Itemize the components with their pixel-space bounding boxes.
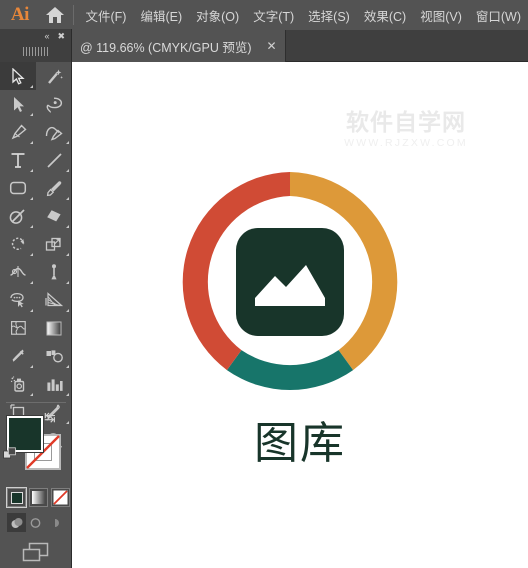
- panel-drag-handle[interactable]: [22, 47, 49, 56]
- tool-flyout-indicator: [30, 169, 33, 172]
- perspective-grid-tool[interactable]: [36, 286, 72, 314]
- draw-behind-button[interactable]: [26, 513, 45, 532]
- menu-window[interactable]: 窗口(W): [469, 2, 528, 29]
- none-mode-button[interactable]: [51, 488, 70, 507]
- menu-object[interactable]: 对象(O): [189, 2, 246, 29]
- selection-tool[interactable]: [0, 62, 36, 90]
- tool-flyout-indicator: [30, 281, 33, 284]
- type-tool[interactable]: [0, 146, 36, 174]
- tool-flyout-indicator: [66, 141, 69, 144]
- shaper-tool[interactable]: [0, 202, 36, 230]
- shape-builder-tool[interactable]: [0, 286, 36, 314]
- menu-type[interactable]: 文字(T): [246, 2, 301, 29]
- line-segment-tool[interactable]: [36, 146, 72, 174]
- close-icon[interactable]: ✕: [265, 39, 279, 53]
- color-controls: ↹: [0, 407, 72, 487]
- close-icon[interactable]: ✖: [57, 32, 65, 41]
- tool-flyout-indicator: [66, 169, 69, 172]
- tool-flyout-indicator: [66, 253, 69, 256]
- draw-mode-row: [7, 513, 64, 532]
- artboard-canvas[interactable]: 软件自学网 WWW.RJZXW.COM 图库: [72, 62, 528, 568]
- tool-grid: [0, 62, 72, 454]
- rotate-tool[interactable]: [0, 230, 36, 258]
- rectangle-tool[interactable]: [0, 174, 36, 202]
- paintbrush-tool[interactable]: [36, 174, 72, 202]
- tool-flyout-indicator: [30, 365, 33, 368]
- image-placeholder-icon: [236, 228, 344, 336]
- blend-tool[interactable]: [36, 342, 72, 370]
- tool-flyout-indicator: [66, 281, 69, 284]
- tool-flyout-indicator: [66, 393, 69, 396]
- change-screen-mode-button[interactable]: [0, 540, 72, 566]
- eraser-tool[interactable]: [36, 202, 72, 230]
- symbol-sprayer-tool[interactable]: [0, 370, 36, 398]
- pen-tool[interactable]: [0, 118, 36, 146]
- artwork-group[interactable]: 图库: [72, 62, 528, 568]
- panel-header-controls: « ✖: [0, 29, 72, 44]
- lasso-tool[interactable]: [36, 90, 72, 118]
- illustrator-window: Ai 文件(F) 编辑(E) 对象(O) 文字(T) 选择(S) 效果(C) 视…: [0, 0, 528, 568]
- home-icon[interactable]: [40, 0, 71, 30]
- tool-flyout-indicator: [66, 225, 69, 228]
- toolbar-panel-header: « ✖: [0, 29, 72, 62]
- draw-normal-button[interactable]: [7, 513, 26, 532]
- scale-tool[interactable]: [36, 230, 72, 258]
- menu-file[interactable]: 文件(F): [79, 2, 134, 29]
- direct-selection-tool[interactable]: [0, 90, 36, 118]
- chevron-double-left-icon[interactable]: «: [44, 32, 49, 41]
- column-graph-tool[interactable]: [36, 370, 72, 398]
- menu-bar: Ai 文件(F) 编辑(E) 对象(O) 文字(T) 选择(S) 效果(C) 视…: [0, 0, 528, 30]
- mesh-tool[interactable]: [0, 314, 36, 342]
- artwork-label[interactable]: 图库: [72, 422, 528, 466]
- menu-item-list: 文件(F) 编辑(E) 对象(O) 文字(T) 选择(S) 效果(C) 视图(V…: [79, 2, 528, 29]
- menu-view[interactable]: 视图(V): [413, 2, 469, 29]
- document-tab[interactable]: @ 119.66% (CMYK/GPU 预览) ✕: [72, 30, 286, 62]
- tool-flyout-indicator: [66, 197, 69, 200]
- gradient-mode-button[interactable]: [29, 488, 48, 507]
- fill-mode-row: [6, 487, 70, 508]
- menu-edit[interactable]: 编辑(E): [133, 2, 189, 29]
- tool-flyout-indicator: [30, 113, 33, 116]
- document-tab-title: @ 119.66% (CMYK/GPU 预览): [80, 40, 252, 55]
- free-transform-tool[interactable]: [36, 258, 72, 286]
- draw-inside-button[interactable]: [45, 513, 64, 532]
- eyedropper-tool[interactable]: [0, 342, 36, 370]
- app-logo: Ai: [10, 4, 29, 25]
- swap-fill-stroke-icon[interactable]: ↹: [44, 409, 56, 426]
- magic-wand-tool[interactable]: [36, 62, 72, 90]
- width-tool[interactable]: [0, 258, 36, 286]
- tools-panel: ↹: [0, 62, 72, 568]
- tool-flyout-indicator: [30, 253, 33, 256]
- segment-teal: [226, 350, 354, 391]
- donut-chart[interactable]: [180, 172, 400, 392]
- tool-flyout-indicator: [66, 309, 69, 312]
- color-mode-button[interactable]: [6, 487, 27, 508]
- menu-select[interactable]: 选择(S): [301, 2, 357, 29]
- tool-flyout-indicator: [30, 85, 33, 88]
- tool-flyout-indicator: [30, 141, 33, 144]
- toolbar-divider: [6, 402, 66, 403]
- gradient-tool[interactable]: [36, 314, 72, 342]
- tool-flyout-indicator: [30, 393, 33, 396]
- tool-flyout-indicator: [66, 365, 69, 368]
- tool-flyout-indicator: [30, 197, 33, 200]
- menu-divider: [72, 5, 74, 25]
- tool-flyout-indicator: [30, 309, 33, 312]
- curvature-tool[interactable]: [36, 118, 72, 146]
- default-fill-stroke-icon[interactable]: [3, 447, 17, 466]
- tool-flyout-indicator: [30, 225, 33, 228]
- document-tab-bar: @ 119.66% (CMYK/GPU 预览) ✕: [0, 30, 528, 62]
- menu-effect[interactable]: 效果(C): [357, 2, 413, 29]
